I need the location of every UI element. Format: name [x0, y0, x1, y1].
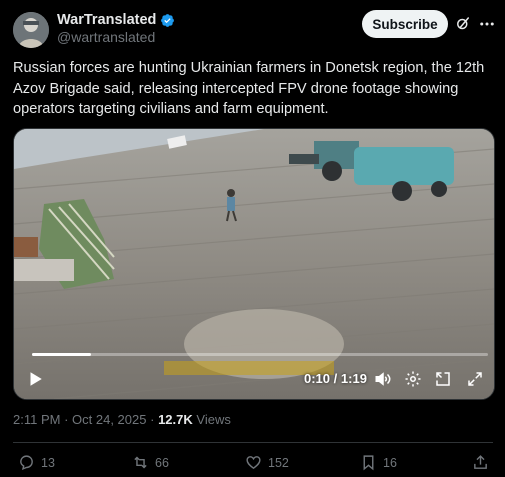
- tweet-text: Russian forces are hunting Ukrainian far…: [13, 60, 485, 117]
- tweet-time[interactable]: 2:11 PM: [13, 412, 60, 427]
- video-progress-bar[interactable]: [32, 353, 488, 356]
- subscribe-button[interactable]: Subscribe: [362, 10, 448, 38]
- verified-badge-icon: [160, 13, 175, 28]
- fullscreen-icon[interactable]: [466, 370, 484, 388]
- bookmark-button[interactable]: 16: [360, 454, 397, 471]
- repost-icon: [134, 456, 147, 469]
- like-button[interactable]: 152: [245, 454, 289, 471]
- video-time-separator: /: [333, 371, 338, 386]
- bookmark-count: 16: [383, 455, 397, 470]
- play-icon[interactable]: [26, 370, 44, 388]
- bookmark-icon: [363, 455, 374, 471]
- pip-icon[interactable]: [434, 370, 452, 388]
- meta-dot: ·: [64, 412, 73, 427]
- settings-icon[interactable]: [404, 370, 422, 388]
- author-avatar[interactable]: [13, 12, 49, 48]
- share-icon: [474, 455, 487, 469]
- like-count: 152: [268, 455, 289, 470]
- author-handle[interactable]: @wartranslated: [57, 29, 155, 45]
- more-options-icon[interactable]: [478, 15, 496, 33]
- video-duration: 1:19: [340, 371, 367, 386]
- heart-icon: [246, 456, 261, 470]
- avatar-image: [13, 12, 49, 48]
- repost-button[interactable]: 66: [132, 454, 169, 471]
- tweet-card: WarTranslated @wartranslated Subscribe R…: [0, 0, 505, 477]
- video-frame: [14, 129, 494, 399]
- video-player[interactable]: 0:10 / 1:19: [13, 128, 495, 400]
- reply-icon: [20, 455, 33, 471]
- share-button[interactable]: [472, 454, 489, 471]
- video-progress-fill: [32, 353, 92, 356]
- meta-dot: ·: [150, 412, 159, 427]
- grok-icon[interactable]: [454, 15, 472, 33]
- video-elapsed: 0:10: [304, 371, 331, 386]
- author-display-name[interactable]: WarTranslated: [57, 12, 156, 28]
- author-name-row: WarTranslated: [57, 12, 175, 28]
- repost-count: 66: [155, 455, 169, 470]
- views-count: 12.7K: [158, 412, 193, 427]
- volume-icon[interactable]: [374, 370, 392, 388]
- tweet-meta: 2:11 PM · Oct 24, 2025 · 12.7K Views: [13, 412, 231, 427]
- video-time: 0:10 / 1:19: [304, 371, 367, 386]
- views-label: Views: [196, 412, 231, 427]
- divider: [13, 442, 493, 443]
- tweet-date[interactable]: Oct 24, 2025: [72, 412, 146, 427]
- reply-button[interactable]: 13: [18, 454, 55, 471]
- reply-count: 13: [41, 455, 55, 470]
